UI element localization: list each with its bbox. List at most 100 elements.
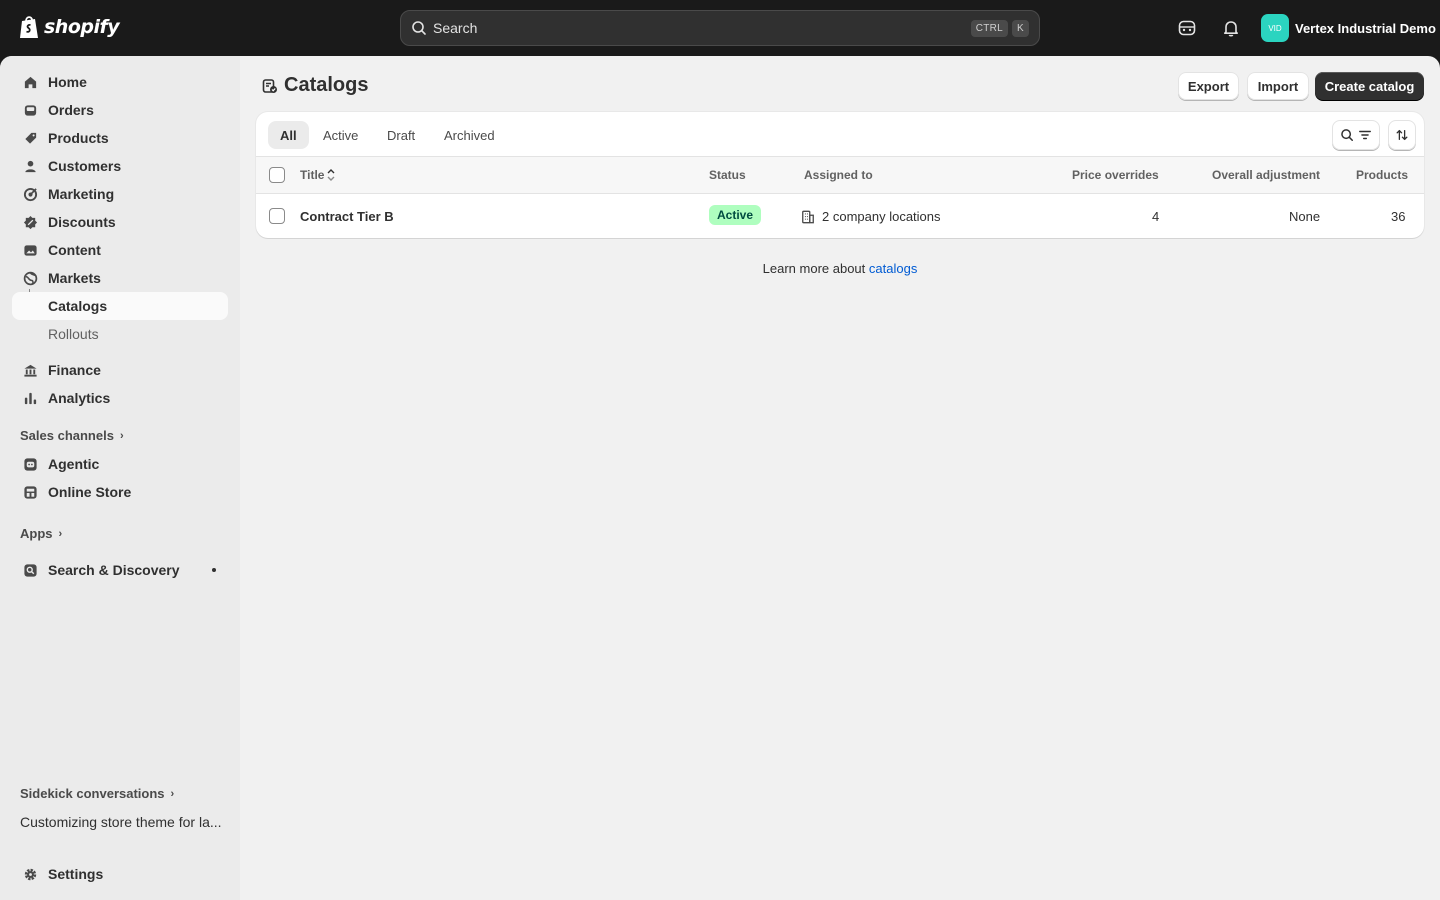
search-icon <box>412 21 426 35</box>
sidebar-item-home[interactable]: Home <box>12 68 228 96</box>
sidebar-item-label: Products <box>48 130 109 146</box>
sort-icon <box>1396 129 1408 141</box>
bar-chart-icon <box>22 390 38 406</box>
sidebar-item-label: Customizing store theme for la... <box>20 814 222 830</box>
status-badge: Active <box>709 205 762 225</box>
column-header-title[interactable]: Title <box>300 168 335 182</box>
page-title: Catalogs <box>284 74 369 96</box>
sidebar-item-label: Search & Discovery <box>48 562 180 578</box>
sidebar-item-label: Settings <box>48 866 104 882</box>
sidekick-conversations-header[interactable]: Sidekick conversations › <box>20 786 174 801</box>
bank-icon <box>22 362 38 378</box>
chevron-right-icon: › <box>170 787 175 800</box>
store-switcher[interactable]: VID Vertex Industrial Demo <box>1261 14 1436 42</box>
sidebar: Home Orders Products Customers Marketing… <box>0 56 240 900</box>
bell-icon[interactable] <box>1221 18 1241 38</box>
sidebar-item-orders[interactable]: Orders <box>12 96 228 124</box>
table-header: Title Status Assigned to Price overrides… <box>256 156 1424 194</box>
sidebar-item-marketing[interactable]: Marketing <box>12 180 228 208</box>
sidebar-item-rollouts[interactable]: Rollouts <box>12 320 228 348</box>
sidebar-item-label: Orders <box>48 102 94 118</box>
sidebar-item-catalogs[interactable]: Catalogs <box>12 292 228 320</box>
sidebar-item-analytics[interactable]: Analytics <box>12 384 228 412</box>
tag-icon <box>22 130 38 146</box>
catalogs-table-card: All Active Draft Archived Title Status A… <box>256 112 1424 238</box>
sidebar-item-online-store[interactable]: Online Store <box>12 478 228 506</box>
target-icon <box>22 186 38 202</box>
sidebar-item-finance[interactable]: Finance <box>12 356 228 384</box>
sidebar-item-customers[interactable]: Customers <box>12 152 228 180</box>
sidebar-item-label: Home <box>48 74 87 90</box>
sidekick-icon[interactable] <box>1177 18 1197 38</box>
table-row[interactable]: Contract Tier B Active 2 company locatio… <box>256 194 1424 238</box>
unread-dot-icon <box>212 568 216 572</box>
column-header-products: Products <box>1356 168 1409 182</box>
search-placeholder: Search <box>433 20 478 36</box>
store-avatar: VID <box>1261 14 1289 42</box>
column-header-price-overrides: Price overrides <box>1072 168 1159 182</box>
sidebar-item-agentic[interactable]: Agentic <box>12 450 228 478</box>
shopify-logo[interactable]: shopify <box>18 14 120 40</box>
create-catalog-button[interactable]: Create catalog <box>1315 72 1424 100</box>
column-header-overall-adjustment: Overall adjustment <box>1212 168 1321 182</box>
catalogs-help-link[interactable]: catalogs <box>869 261 917 276</box>
export-button[interactable]: Export <box>1178 72 1239 100</box>
sidebar-item-label: Discounts <box>48 214 116 230</box>
sidebar-item-search-discovery[interactable]: Search & Discovery <box>12 556 228 584</box>
assigned-to-cell: 2 company locations <box>801 209 941 224</box>
chevron-right-icon: › <box>58 527 63 540</box>
sidebar-item-settings[interactable]: Settings <box>12 860 228 888</box>
agentic-icon <box>22 456 38 472</box>
tab-archived[interactable]: Archived <box>432 121 507 149</box>
section-label: Apps <box>20 526 53 541</box>
sidebar-item-label: Rollouts <box>48 326 99 342</box>
sidebar-item-label: Online Store <box>48 484 132 500</box>
catalog-title[interactable]: Contract Tier B <box>300 209 394 224</box>
sidebar-item-label: Analytics <box>48 390 111 406</box>
import-button[interactable]: Import <box>1247 72 1309 100</box>
price-overrides-value: 4 <box>1152 209 1160 224</box>
column-header-assigned-to: Assigned to <box>804 168 873 182</box>
column-header-status: Status <box>709 168 746 182</box>
sidebar-item-label: Marketing <box>48 186 115 202</box>
page-header: Catalogs <box>262 74 368 97</box>
sidebar-item-label: Customers <box>48 158 122 174</box>
tab-active[interactable]: Active <box>311 121 370 149</box>
learn-more-text: Learn more about <box>762 261 866 276</box>
sales-channels-header[interactable]: Sales channels › <box>20 428 124 443</box>
tab-draft[interactable]: Draft <box>375 121 427 149</box>
sidebar-item-content[interactable]: Content <box>12 236 228 264</box>
search-filter-button[interactable] <box>1332 120 1380 150</box>
person-icon <box>22 158 38 174</box>
shortcut-key-ctrl: CTRL <box>970 19 1009 37</box>
search-icon <box>1341 129 1353 141</box>
apps-header[interactable]: Apps › <box>20 526 62 541</box>
sidebar-item-products[interactable]: Products <box>12 124 228 152</box>
tab-all[interactable]: All <box>268 121 309 149</box>
sort-arrows-icon <box>327 169 335 181</box>
home-icon <box>22 74 38 90</box>
orders-icon <box>22 102 38 118</box>
discount-icon <box>22 214 38 230</box>
building-icon <box>802 210 814 223</box>
global-search-bar[interactable]: Search CTRL K <box>400 10 1040 46</box>
top-bar: shopify Search CTRL K VID Vertex Industr… <box>0 0 1440 56</box>
image-icon <box>22 242 38 258</box>
sidebar-item-label: Content <box>48 242 101 258</box>
search-app-icon <box>22 562 38 578</box>
select-all-checkbox[interactable] <box>269 167 285 183</box>
sidekick-conversation-item[interactable]: Customizing store theme for la... <box>12 808 228 836</box>
section-label: Sales channels <box>20 428 114 443</box>
admin-frame: Home Orders Products Customers Marketing… <box>0 56 1440 900</box>
catalog-icon <box>262 78 277 93</box>
shortcut-key-k: K <box>1012 19 1029 37</box>
section-label: Sidekick conversations <box>20 786 165 801</box>
store-name: Vertex Industrial Demo <box>1295 20 1436 36</box>
products-count: 36 <box>1391 209 1406 224</box>
sort-button[interactable] <box>1388 120 1416 150</box>
gear-icon <box>22 866 38 882</box>
sidebar-item-discounts[interactable]: Discounts <box>12 208 228 236</box>
column-header-label: Title <box>300 168 325 182</box>
row-checkbox[interactable] <box>269 208 285 224</box>
store-icon <box>22 484 38 500</box>
